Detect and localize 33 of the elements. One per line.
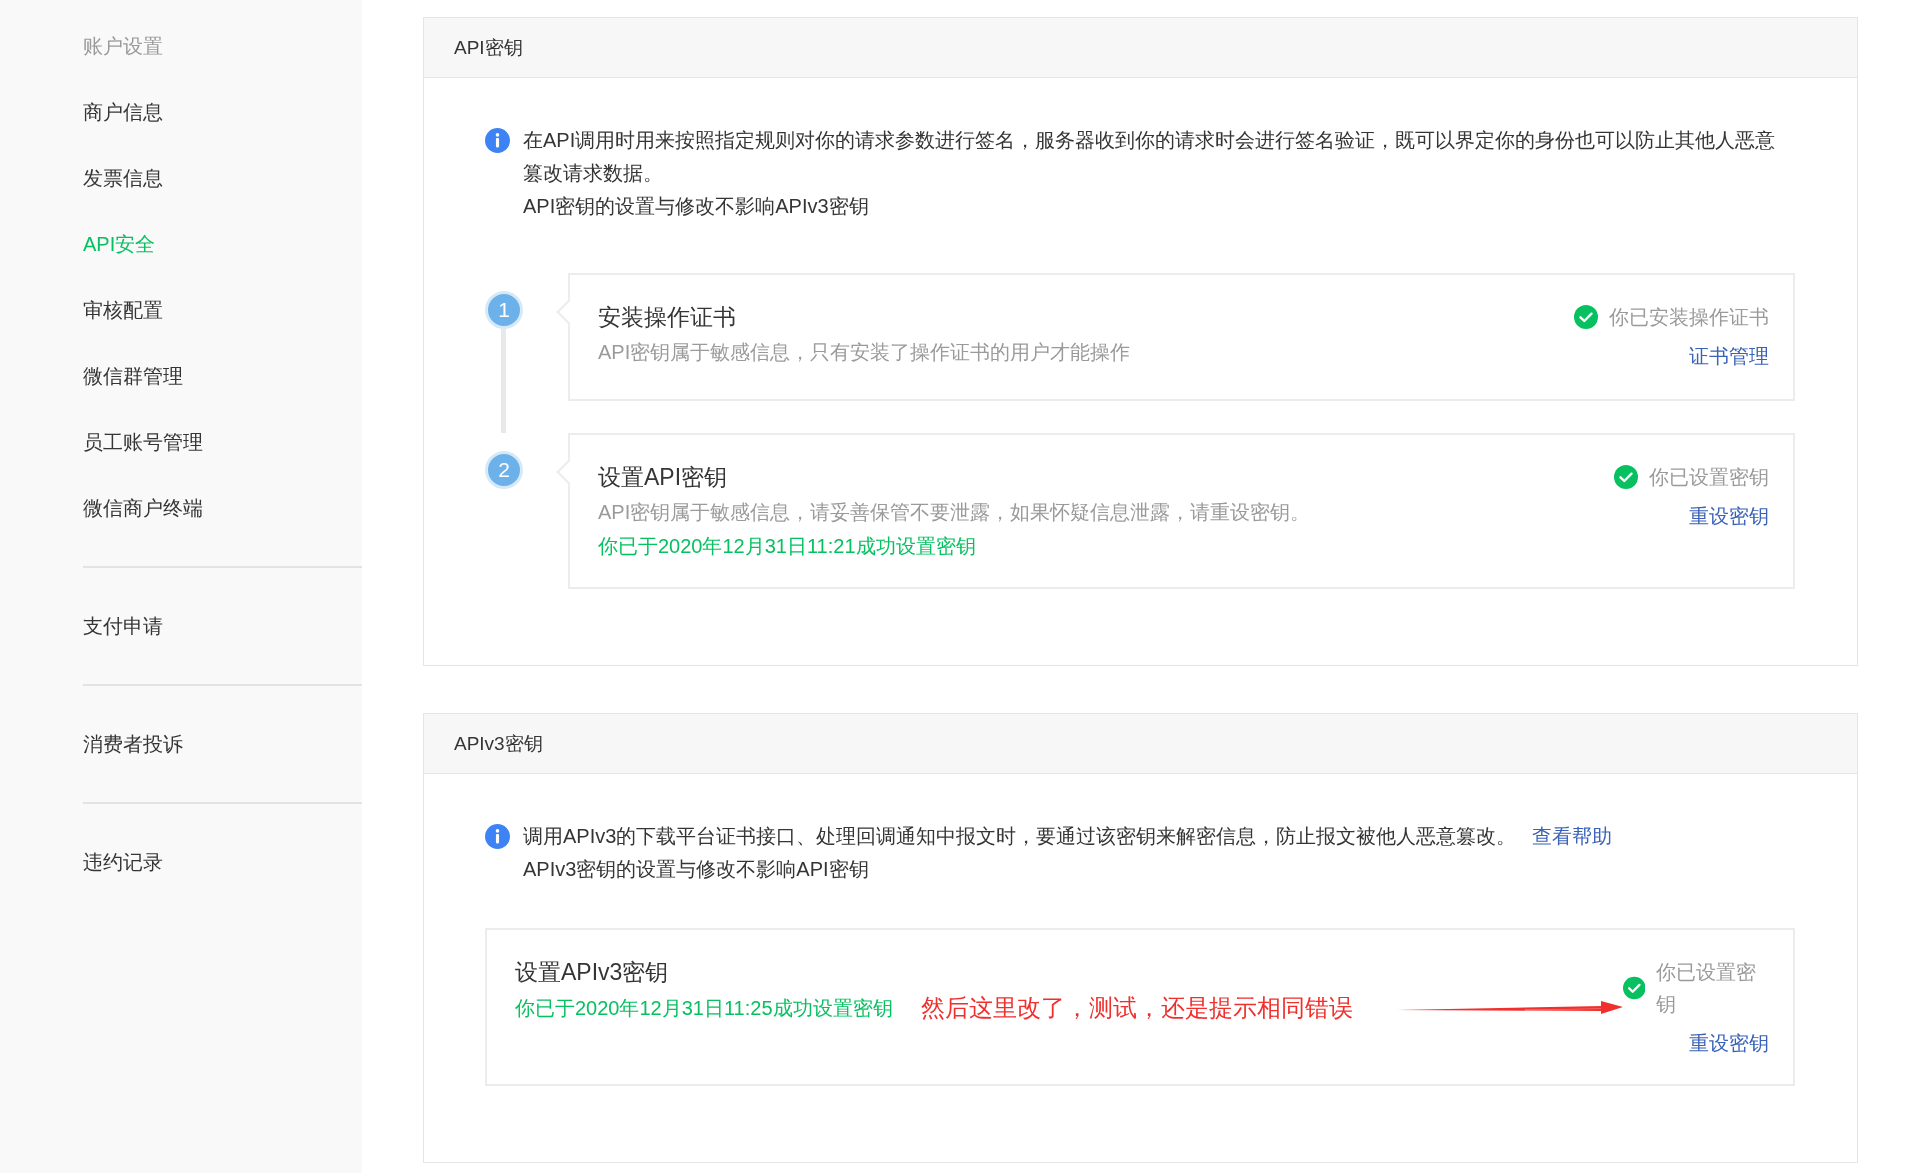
card-title: 设置API密钥 xyxy=(598,463,729,492)
sidebar-item[interactable]: 员工账号管理 xyxy=(83,428,203,456)
sidebar-item[interactable]: 发票信息 xyxy=(83,164,163,192)
annotation-text: 然后这里改了，测试，还是提示相同错误 xyxy=(920,993,1353,1023)
info-note: APIv3密钥的设置与修改不影响API密钥 xyxy=(523,857,870,882)
sidebar-item[interactable]: 审核配置 xyxy=(83,296,163,324)
sidebar-item[interactable]: 商户信息 xyxy=(83,98,163,126)
step-number: 2 xyxy=(485,451,523,489)
card-description: API密钥属于敏感信息，请妥善保管不要泄露，如果怀疑信息泄露，请重设密钥。 xyxy=(598,500,1312,525)
step-number: 1 xyxy=(485,291,523,329)
help-link[interactable]: 查看帮助 xyxy=(1532,825,1613,847)
card-title: 设置APIv3密钥 xyxy=(515,958,670,987)
sidebar-heading: 账户设置 xyxy=(83,33,163,59)
action-link[interactable]: 重设密钥 xyxy=(1689,1028,1769,1058)
sidebar-item[interactable]: 微信商户终端 xyxy=(83,494,203,522)
status-text: 你已设置密钥 xyxy=(1649,465,1769,490)
info-text: 调用APIv3的下载平台证书接口、处理回调通知中报文时，要通过该密钥来解密信息，防止报文被他人恶意篡改。 查看帮助 xyxy=(523,824,1614,849)
panel-title: API密钥 xyxy=(454,35,523,60)
card-title: 安装操作证书 xyxy=(598,303,737,332)
info-text: 在API调用时用来按照指定规则对你的请求参数进行签名，服务器收到你的请求时会进行签名验证，既可以界定你的身份也可以防止其他人恶意篡改请求数据。 xyxy=(523,128,1777,186)
action-link[interactable]: 重设密钥 xyxy=(1689,501,1769,531)
status-text: 你已设置密钥 xyxy=(1656,960,1758,1017)
success-message: 你已于2020年12月31日11:25成功设置密钥 xyxy=(515,996,893,1021)
sidebar-item[interactable]: 微信群管理 xyxy=(83,362,183,390)
sidebar-item[interactable]: 支付申请 xyxy=(83,612,163,640)
status-text: 你已安装操作证书 xyxy=(1609,305,1769,330)
info-note: API密钥的设置与修改不影响APIv3密钥 xyxy=(523,194,870,219)
sidebar-item[interactable]: 违约记录 xyxy=(83,848,163,876)
success-message: 你已于2020年12月31日11:21成功设置密钥 xyxy=(598,534,976,559)
action-link[interactable]: 证书管理 xyxy=(1689,341,1769,371)
card-description: API密钥属于敏感信息，只有安装了操作证书的用户才能操作 xyxy=(598,340,1132,365)
sidebar-item[interactable]: 消费者投诉 xyxy=(83,730,183,758)
panel-title: APIv3密钥 xyxy=(454,731,543,756)
